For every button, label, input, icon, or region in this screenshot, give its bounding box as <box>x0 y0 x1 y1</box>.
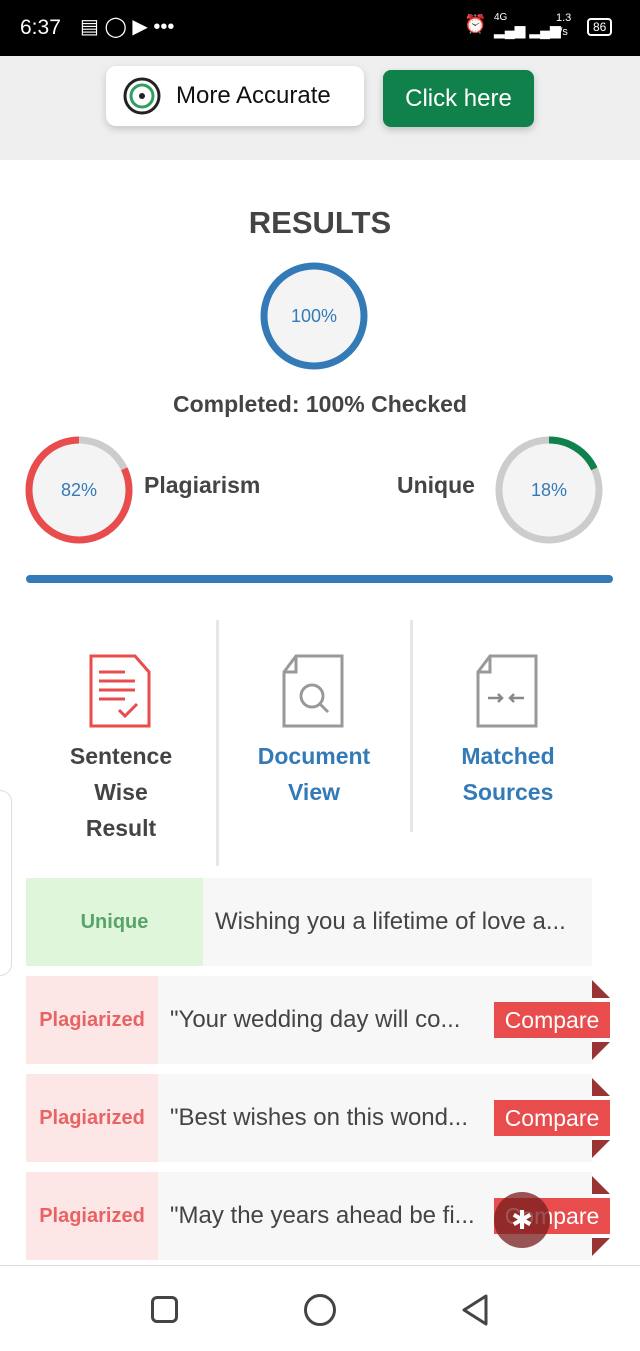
status-tag: Plagiarized <box>26 1074 158 1162</box>
ribbon-fold <box>592 1042 610 1060</box>
tab-label-line: View <box>288 779 340 805</box>
click-here-button[interactable]: Click here <box>383 70 534 127</box>
tab-matched-sources[interactable]: Matched Sources <box>413 620 603 810</box>
target-icon <box>123 77 161 115</box>
progress-value: 100% <box>290 306 338 326</box>
net-speed: 1.3 <box>556 12 572 24</box>
ribbon-fold <box>592 980 610 998</box>
plagiarism-label: Plagiarism <box>144 472 261 498</box>
signal-icon: ▂▄▆ ▂▄▆ <box>494 22 561 38</box>
notification-icons: ▤ ◯ ▶ ••• <box>80 16 175 38</box>
unique-value: 18% <box>530 480 568 500</box>
compare-document-icon <box>476 654 538 728</box>
compare-button[interactable]: Compare <box>494 1100 610 1136</box>
tab-label-line: Document <box>257 743 371 769</box>
ribbon-fold <box>592 1238 610 1256</box>
net-speed-unit: K/s <box>552 26 568 38</box>
ribbon-fold <box>592 1176 610 1194</box>
status-tag: Plagiarized <box>26 1172 158 1260</box>
battery-icon: 86 <box>587 18 613 36</box>
status-bar: 6:37 ▤ ◯ ▶ ••• ⏰ 4G ▂▄▆ ▂▄▆ 1.3 K/s 86 <box>0 0 640 56</box>
status-tag: Unique <box>26 878 203 966</box>
tab-label-line: Sources <box>462 779 554 805</box>
document-search-icon <box>282 654 344 728</box>
ribbon-fold <box>592 1078 610 1096</box>
tab-label-line: Wise <box>94 779 148 805</box>
plagiarism-value: 82% <box>60 480 98 500</box>
tab-label-line: Sentence <box>69 743 173 769</box>
status-tag: Plagiarized <box>26 976 158 1064</box>
sentence-text: "Best wishes on this wond... <box>170 1104 468 1131</box>
sentence-text: "May the years ahead be fi... <box>170 1202 475 1229</box>
alarm-icon: ⏰ <box>464 14 487 34</box>
compare-button[interactable]: Compare <box>494 1002 610 1038</box>
unique-label: Unique <box>397 472 475 498</box>
home-icon[interactable] <box>304 1294 336 1326</box>
tab-label-line: Result <box>85 815 157 841</box>
tab-label-line: Matched <box>461 743 555 769</box>
back-icon[interactable] <box>460 1293 490 1327</box>
tab-document-view[interactable]: Document View <box>219 620 409 810</box>
clock: 6:37 <box>20 16 61 39</box>
results-title: RESULTS <box>248 205 392 240</box>
bug-report-icon[interactable]: ✱ <box>494 1192 550 1248</box>
navigation-bar <box>0 1265 640 1351</box>
side-drawer-handle[interactable] <box>0 790 12 976</box>
more-accurate-label: More Accurate <box>176 82 331 109</box>
recents-icon[interactable] <box>151 1296 178 1323</box>
progress-bar <box>26 575 613 583</box>
ribbon-fold <box>592 1140 610 1158</box>
result-row[interactable]: Unique Wishing you a lifetime of love a.… <box>26 878 592 966</box>
sentence-report-icon <box>89 654 151 728</box>
sentence-text: Wishing you a lifetime of love a... <box>215 908 566 935</box>
tab-sentence-wise-result[interactable]: Sentence Wise Result <box>26 620 216 846</box>
completed-text: Completed: 100% Checked <box>173 391 467 417</box>
more-accurate-badge[interactable]: More Accurate <box>106 66 364 126</box>
sentence-text: "Your wedding day will co... <box>170 1006 461 1033</box>
